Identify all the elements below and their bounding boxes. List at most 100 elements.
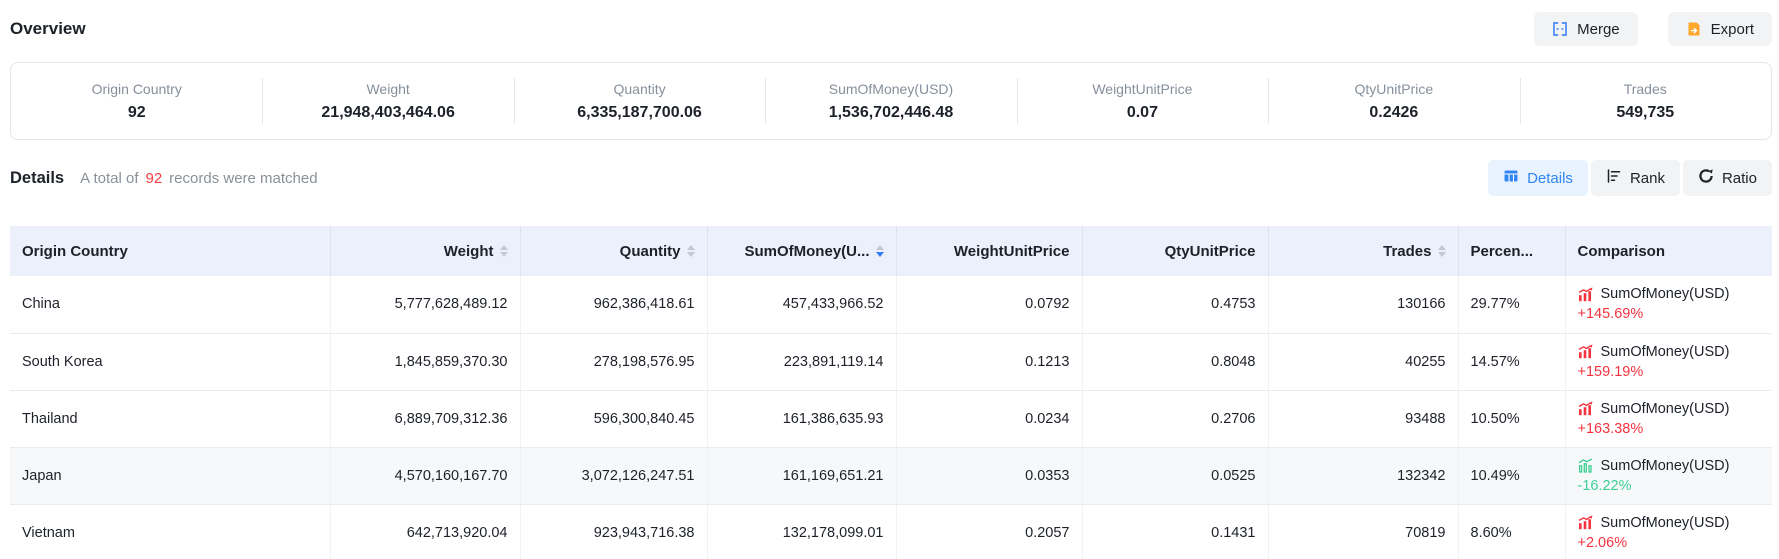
table-row[interactable]: Thailand 6,889,709,312.36 596,300,840.45… (10, 390, 1772, 447)
sort-caret-up-icon (500, 245, 508, 250)
sort-caret-up-icon (1438, 245, 1446, 250)
top-bar: Overview Merge Export (10, 0, 1772, 46)
trend-up-icon (1578, 344, 1593, 359)
column-header-label: Trades (1383, 243, 1431, 260)
export-button[interactable]: Export (1668, 12, 1772, 46)
column-header-percent: Percen... (1458, 226, 1565, 276)
cell-sum-of-money: 161,169,651.21 (707, 447, 896, 504)
cell-sum-of-money: 132,178,099.01 (707, 504, 896, 559)
view-button-details[interactable]: Details (1488, 160, 1588, 196)
details-table: Origin Country Weight Quantity SumOfMone… (10, 226, 1772, 559)
column-header-trades[interactable]: Trades (1268, 226, 1458, 276)
cell-weight-unit-price: 0.1213 (896, 333, 1082, 390)
table-body: China 5,777,628,489.12 962,386,418.61 45… (10, 276, 1772, 559)
sort-caret-up-icon (876, 245, 884, 250)
column-header-sum-of-money[interactable]: SumOfMoney(U... (707, 226, 896, 276)
cell-comparison: SumOfMoney(USD) +2.06% (1565, 504, 1772, 559)
trend-down-icon (1578, 458, 1593, 473)
table-row[interactable]: Japan 4,570,160,167.70 3,072,126,247.51 … (10, 447, 1772, 504)
table-row[interactable]: Vietnam 642,713,920.04 923,943,716.38 13… (10, 504, 1772, 559)
stat-label: Origin Country (11, 81, 262, 97)
stat-item: SumOfMoney(USD) 1,536,702,446.48 (765, 77, 1016, 126)
cell-trades: 40255 (1268, 333, 1458, 390)
cell-trades: 70819 (1268, 504, 1458, 559)
merge-button-label: Merge (1577, 21, 1620, 38)
column-header-label: Comparison (1578, 243, 1666, 260)
column-header-label: Quantity (620, 243, 681, 260)
cell-quantity: 596,300,840.45 (520, 390, 707, 447)
summary-count: 92 (138, 170, 169, 187)
cell-qty-unit-price: 0.1431 (1082, 504, 1268, 559)
column-header-weight[interactable]: Weight (330, 226, 520, 276)
cell-sum-of-money: 457,433,966.52 (707, 276, 896, 333)
stat-value: 1,536,702,446.48 (765, 104, 1016, 122)
sort-caret-down-icon (687, 252, 695, 257)
cell-trades: 93488 (1268, 390, 1458, 447)
view-button-ratio[interactable]: Ratio (1683, 160, 1772, 196)
stat-value: 6,335,187,700.06 (514, 104, 765, 122)
overview-stats-card: Origin Country 92 Weight 21,948,403,464.… (10, 62, 1772, 140)
cell-quantity: 278,198,576.95 (520, 333, 707, 390)
column-header-comparison: Comparison (1565, 226, 1772, 276)
stat-item: WeightUnitPrice 0.07 (1017, 77, 1268, 126)
cell-qty-unit-price: 0.4753 (1082, 276, 1268, 333)
cell-weight-unit-price: 0.0792 (896, 276, 1082, 333)
export-icon (1686, 21, 1702, 37)
cell-percent: 10.49% (1458, 447, 1565, 504)
comparison-change: +2.06% (1578, 535, 1761, 551)
stat-value: 549,735 (1520, 104, 1771, 122)
stat-item: Quantity 6,335,187,700.06 (514, 77, 765, 126)
comparison-metric-line: SumOfMoney(USD) (1578, 344, 1761, 360)
sort-carets-icon (876, 245, 884, 257)
cell-weight-unit-price: 0.0353 (896, 447, 1082, 504)
comparison-change: +159.19% (1578, 364, 1761, 380)
comparison-metric: SumOfMoney(USD) (1601, 286, 1730, 302)
cell-quantity: 3,072,126,247.51 (520, 447, 707, 504)
cell-comparison: SumOfMoney(USD) +163.38% (1565, 390, 1772, 447)
view-button-rank[interactable]: Rank (1591, 160, 1680, 196)
cell-origin-country: Thailand (10, 390, 330, 447)
stat-label: WeightUnitPrice (1017, 81, 1268, 97)
cell-weight: 1,845,859,370.30 (330, 333, 520, 390)
column-header-label: WeightUnitPrice (954, 243, 1070, 260)
stat-label: Quantity (514, 81, 765, 97)
stat-value: 92 (11, 104, 262, 122)
page-title: Overview (10, 19, 86, 39)
cell-origin-country: South Korea (10, 333, 330, 390)
stat-label: SumOfMoney(USD) (765, 81, 1016, 97)
table-row[interactable]: South Korea 1,845,859,370.30 278,198,576… (10, 333, 1772, 390)
stat-item: Weight 21,948,403,464.06 (262, 77, 513, 126)
cell-origin-country: Japan (10, 447, 330, 504)
cell-sum-of-money: 223,891,119.14 (707, 333, 896, 390)
column-header-weight-unit-price: WeightUnitPrice (896, 226, 1082, 276)
cell-comparison: SumOfMoney(USD) -16.22% (1565, 447, 1772, 504)
sort-caret-down-icon (500, 252, 508, 257)
comparison-metric: SumOfMoney(USD) (1601, 344, 1730, 360)
cell-qty-unit-price: 0.8048 (1082, 333, 1268, 390)
stat-label: Trades (1520, 81, 1771, 97)
cell-trades: 132342 (1268, 447, 1458, 504)
merge-button[interactable]: Merge (1534, 12, 1638, 46)
table-row[interactable]: China 5,777,628,489.12 962,386,418.61 45… (10, 276, 1772, 333)
trend-up-icon (1578, 401, 1593, 416)
view-button-rank-label: Rank (1630, 170, 1665, 187)
stat-value: 0.2426 (1268, 104, 1519, 122)
merge-icon (1552, 21, 1568, 37)
comparison-metric-line: SumOfMoney(USD) (1578, 515, 1761, 531)
stat-label: Weight (262, 81, 513, 97)
cell-weight: 5,777,628,489.12 (330, 276, 520, 333)
ratio-icon (1698, 168, 1714, 188)
column-header-quantity[interactable]: Quantity (520, 226, 707, 276)
details-title: Details (10, 169, 64, 188)
comparison-metric-line: SumOfMoney(USD) (1578, 458, 1761, 474)
sort-carets-icon (500, 245, 508, 257)
comparison-metric: SumOfMoney(USD) (1601, 515, 1730, 531)
view-button-details-label: Details (1527, 170, 1573, 187)
cell-weight-unit-price: 0.2057 (896, 504, 1082, 559)
top-actions: Merge Export (1534, 12, 1772, 46)
details-summary-group: Details A total of92records were matched (10, 169, 318, 188)
column-header-label: Origin Country (22, 243, 128, 260)
cell-weight: 4,570,160,167.70 (330, 447, 520, 504)
comparison-metric: SumOfMoney(USD) (1601, 458, 1730, 474)
stat-item: Origin Country 92 (11, 77, 262, 126)
